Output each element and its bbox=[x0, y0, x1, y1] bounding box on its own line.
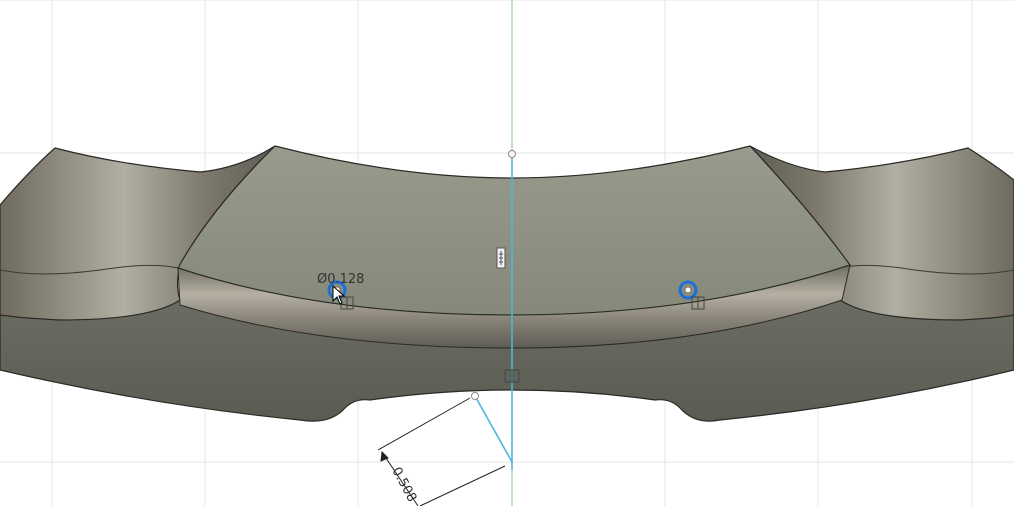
hole-diameter-dimension[interactable]: Ø0.128 bbox=[317, 272, 364, 287]
top-face[interactable] bbox=[177, 145, 851, 316]
sketch-endpoint-lower[interactable] bbox=[471, 392, 479, 400]
model-view[interactable]: 0.508 Ø0.128 bbox=[0, 0, 1014, 506]
sketch-endpoint-top[interactable] bbox=[508, 150, 516, 158]
vertical-constraint-icon[interactable] bbox=[496, 247, 506, 269]
canvas-viewport[interactable]: 0.508 Ø0.128 bbox=[0, 0, 1014, 506]
linear-dimension-value[interactable]: 0.508 bbox=[388, 465, 419, 505]
sketch-angled-line[interactable] bbox=[474, 395, 513, 463]
